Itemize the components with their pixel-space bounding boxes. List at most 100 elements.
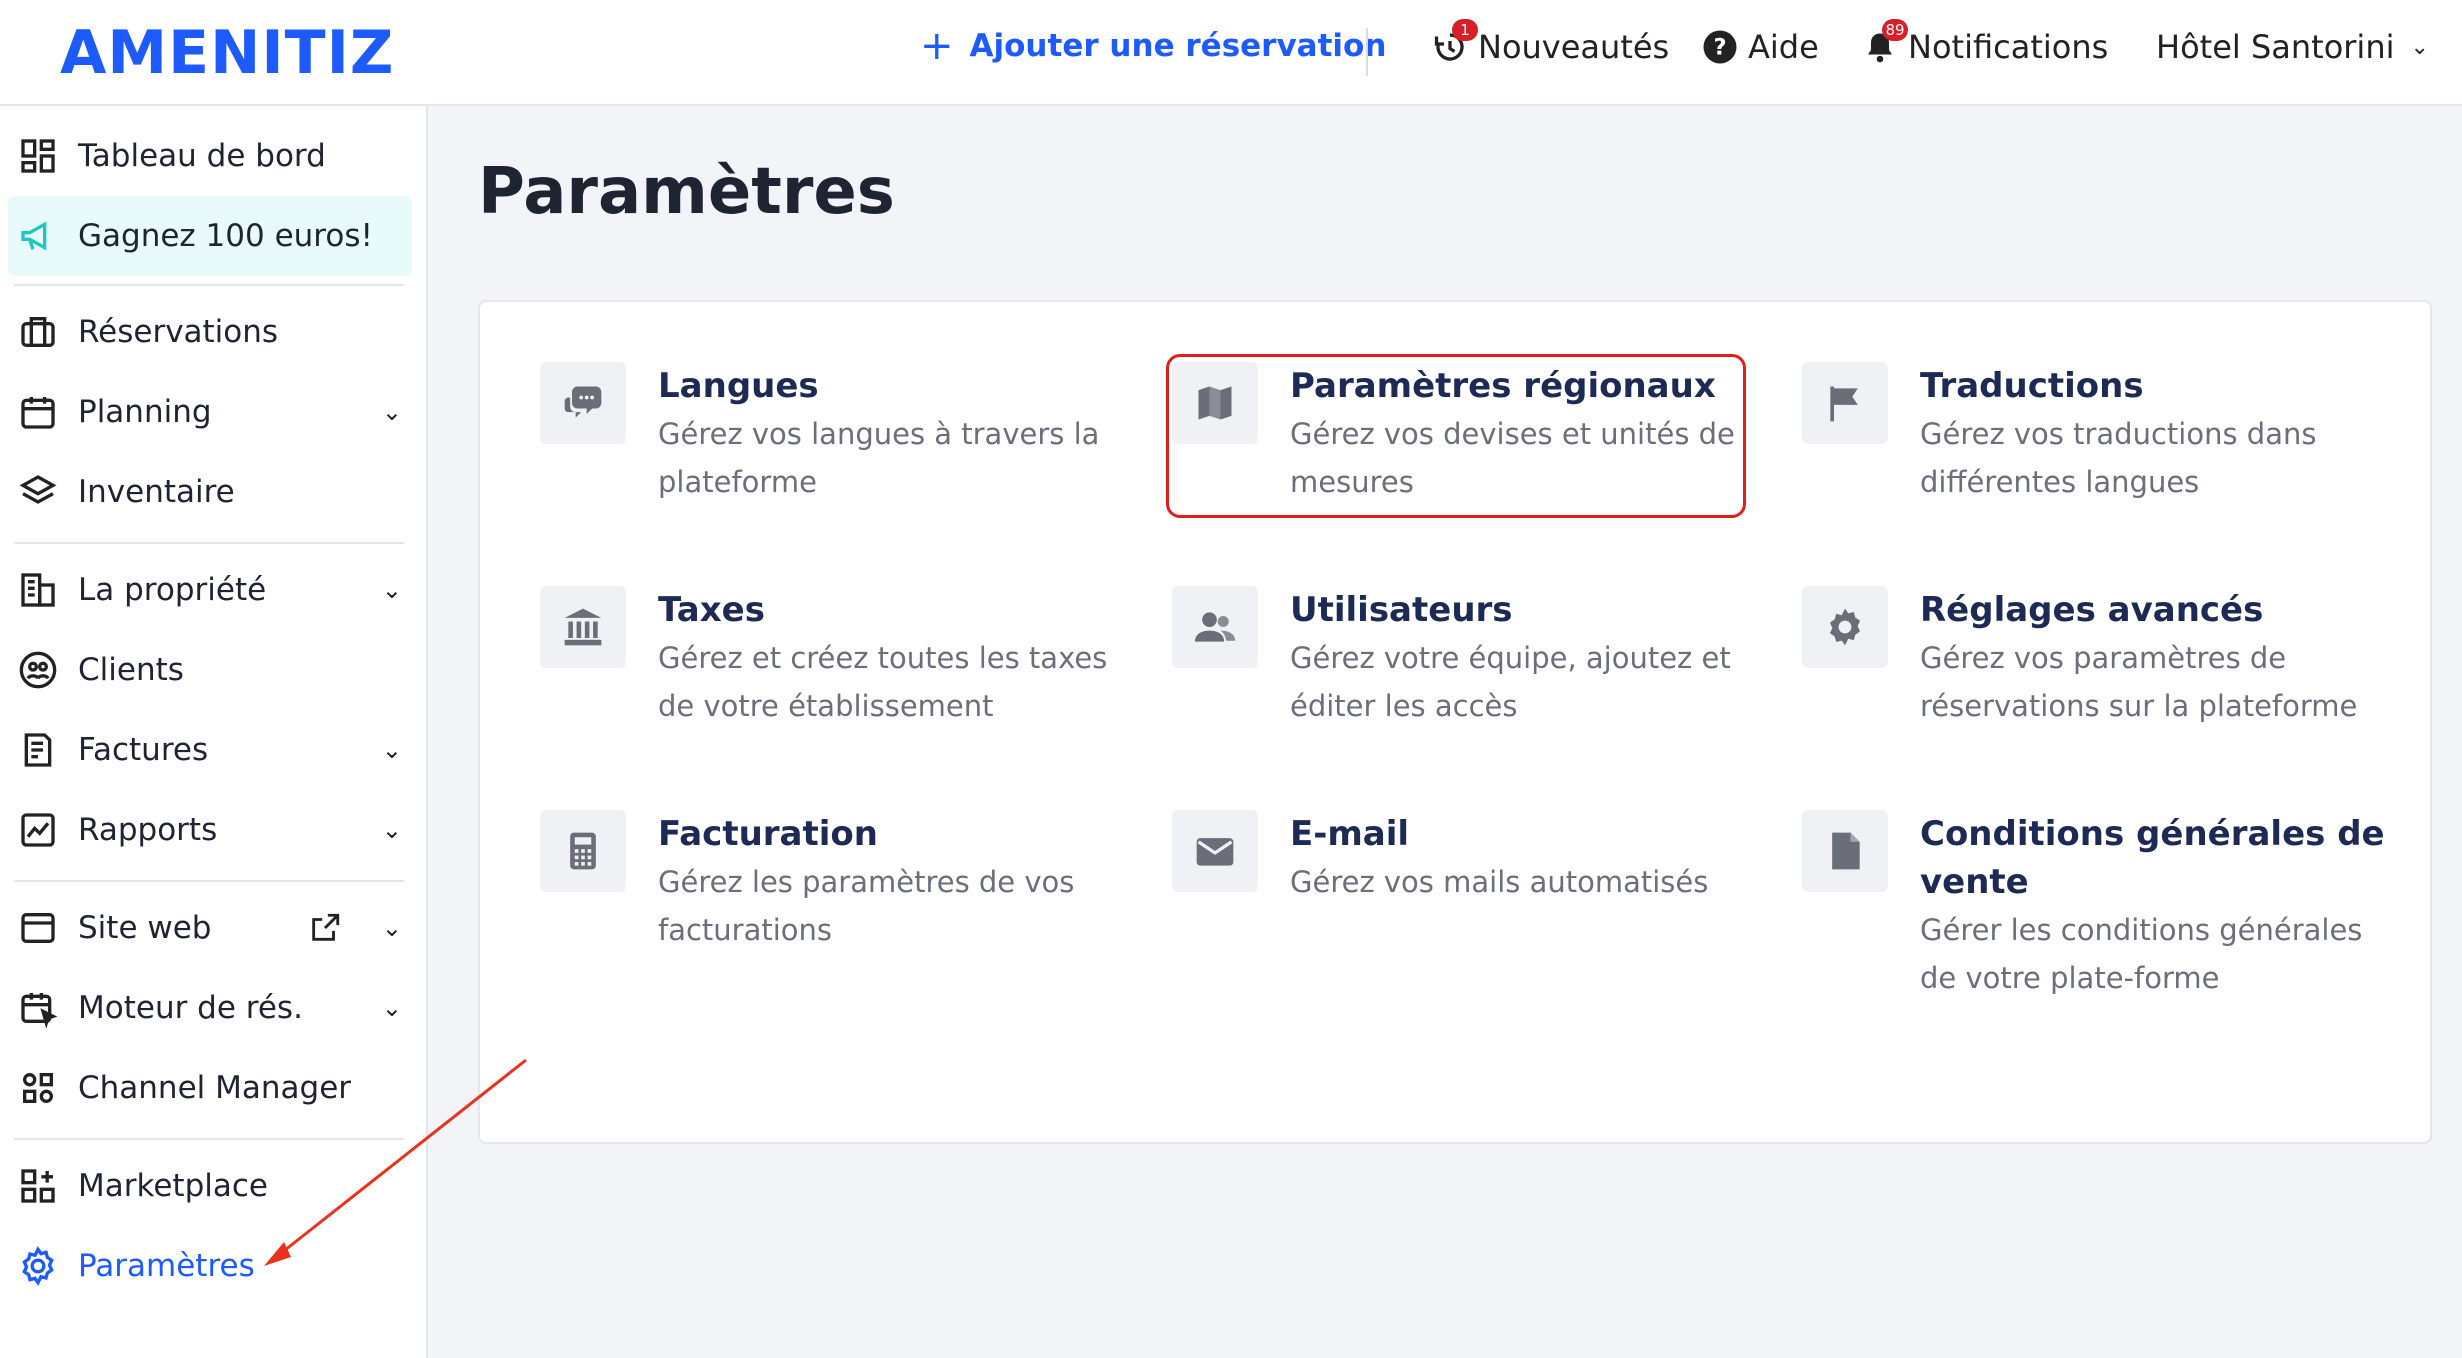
tile-description: Gérez vos langues à travers la (658, 417, 1100, 451)
layers-icon (18, 472, 58, 512)
sidebar-item-website[interactable]: Site web ⌄ (8, 888, 412, 968)
building-icon (18, 570, 58, 610)
flag-icon (1802, 362, 1888, 444)
tile-users[interactable]: Utilisateurs Gérez votre équipe, ajoutez… (1172, 586, 1772, 786)
notifications-label: Notifications (1908, 28, 2109, 66)
tile-description: plateforme (658, 465, 817, 499)
tile-terms[interactable]: Conditions générales de vente Gérer les … (1802, 810, 2402, 1030)
question-circle-icon: ? (1702, 29, 1738, 65)
chevron-down-icon: ⌄ (381, 398, 402, 426)
logo[interactable]: AMENITIZ (60, 18, 394, 88)
sidebar-item-clients[interactable]: Clients (8, 630, 412, 710)
tile-title: Facturation (658, 814, 878, 854)
tile-description: Gérez et créez toutes les taxes (658, 641, 1108, 675)
sidebar-item-label: Planning (78, 394, 212, 430)
tile-description: Gérez les paramètres de vos (658, 865, 1075, 899)
sidebar-item-marketplace[interactable]: Marketplace (8, 1146, 412, 1226)
tile-title: Paramètres régionaux (1290, 366, 1716, 406)
settings-card: Langues Gérez vos langues à travers la p… (478, 300, 2432, 1144)
sidebar-item-reservations[interactable]: Réservations (8, 292, 412, 372)
chevron-down-icon: ⌄ (381, 994, 402, 1022)
tile-description: Gérez vos devises et unités de (1290, 417, 1735, 451)
tile-description: Gérez vos traductions dans (1920, 417, 2317, 451)
help-button[interactable]: ? Aide (1702, 28, 1819, 66)
plus-icon: + (920, 23, 954, 69)
tile-description: de votre établissement (658, 689, 994, 723)
gear-icon (18, 1246, 58, 1286)
chevron-down-icon: ⌄ (381, 736, 402, 764)
tile-translations[interactable]: Traductions Gérez vos traductions dans d… (1802, 362, 2402, 562)
sidebar-item-referral[interactable]: Gagnez 100 euros! (8, 196, 412, 276)
sidebar-item-label: Factures (78, 732, 209, 768)
hotel-selector[interactable]: Hôtel Santorini ⌄ (2156, 28, 2429, 66)
tile-description: de votre plate-forme (1920, 961, 2220, 995)
news-button[interactable]: 1 Nouveautés (1432, 19, 1670, 66)
sidebar-item-reports[interactable]: Rapports ⌄ (8, 790, 412, 870)
tile-description: mesures (1290, 465, 1414, 499)
tile-title: E-mail (1290, 814, 1410, 854)
calendar-cursor-icon (18, 988, 58, 1029)
sidebar-item-dashboard[interactable]: Tableau de bord (8, 116, 412, 196)
news-label: Nouveautés (1478, 28, 1670, 66)
tile-regional-settings[interactable]: Paramètres régionaux Gérez vos devises e… (1172, 362, 1772, 562)
invoice-icon (18, 730, 58, 770)
sidebar-item-label: Channel Manager (78, 1070, 352, 1106)
tile-title: Réglages avancés (1920, 590, 2264, 630)
sidebar-item-label: Paramètres (78, 1248, 255, 1284)
megaphone-icon (18, 216, 58, 256)
hotel-name: Hôtel Santorini (2156, 28, 2395, 66)
tile-description: facturations (658, 913, 833, 947)
tile-email[interactable]: E-mail Gérez vos mails automatisés (1172, 810, 1772, 1010)
tile-languages[interactable]: Langues Gérez vos langues à travers la p… (540, 362, 1140, 562)
tile-description: éditer les accès (1290, 689, 1518, 723)
sidebar-item-label: Inventaire (78, 474, 235, 510)
users-circle-icon (18, 650, 58, 690)
tile-title: Utilisateurs (1290, 590, 1513, 630)
sidebar-item-channel-manager[interactable]: Channel Manager (8, 1048, 412, 1128)
sidebar-item-label: Tableau de bord (78, 138, 326, 174)
tile-advanced-settings[interactable]: Réglages avancés Gérez vos paramètres de… (1802, 586, 2402, 786)
help-label: Aide (1748, 28, 1819, 66)
tile-description: Gérez votre équipe, ajoutez et (1290, 641, 1731, 675)
map-icon (1172, 362, 1258, 444)
sidebar-item-invoices[interactable]: Factures ⌄ (8, 710, 412, 790)
bank-icon (540, 586, 626, 668)
sidebar-item-booking-engine[interactable]: Moteur de rés. ⌄ (8, 968, 412, 1048)
notifications-badge: 89 (1882, 19, 1908, 41)
cog-icon (1802, 586, 1888, 668)
chevron-down-icon: ⌄ (381, 576, 402, 604)
chevron-down-icon: ⌄ (381, 914, 402, 942)
sidebar-item-inventory[interactable]: Inventaire (8, 452, 412, 532)
channel-icon (18, 1068, 58, 1108)
add-reservation-button[interactable]: + Ajouter une réservation (920, 26, 1386, 66)
sidebar-item-label: La propriété (78, 572, 267, 608)
tile-description: Gérez vos mails automatisés (1290, 865, 1709, 899)
chevron-down-icon: ⌄ (2410, 34, 2429, 60)
calculator-icon (540, 810, 626, 892)
sidebar: Tableau de bord Gagnez 100 euros! Réserv… (0, 106, 428, 1358)
calendar-icon (18, 392, 58, 432)
chevron-down-icon: ⌄ (381, 816, 402, 844)
sidebar-item-label: Site web (78, 910, 212, 946)
history-icon: 1 (1432, 19, 1478, 65)
tile-billing[interactable]: Facturation Gérez les paramètres de vos … (540, 810, 1140, 1010)
sidebar-item-planning[interactable]: Planning ⌄ (8, 372, 412, 452)
notifications-button[interactable]: 89 Notifications (1862, 19, 2109, 66)
grid-plus-icon (18, 1166, 58, 1206)
sidebar-item-settings[interactable]: Paramètres (8, 1226, 412, 1306)
tile-title: Taxes (658, 590, 765, 630)
dashboard-icon (18, 136, 58, 176)
sidebar-item-label: Réservations (78, 314, 279, 350)
sidebar-item-property[interactable]: La propriété ⌄ (8, 550, 412, 630)
sidebar-item-label: Clients (78, 652, 184, 688)
add-reservation-label: Ajouter une réservation (969, 28, 1387, 64)
tile-title: Langues (658, 366, 819, 406)
tile-description: réservations sur la plateforme (1920, 689, 2358, 723)
tile-description: différentes langues (1920, 465, 2200, 499)
suitcase-icon (18, 312, 58, 352)
tile-taxes[interactable]: Taxes Gérez et créez toutes les taxes de… (540, 586, 1140, 786)
tile-title: Traductions (1920, 366, 2144, 406)
document-icon (1802, 810, 1888, 892)
external-link-icon[interactable] (308, 911, 342, 945)
tile-title: vente (1920, 862, 2029, 902)
